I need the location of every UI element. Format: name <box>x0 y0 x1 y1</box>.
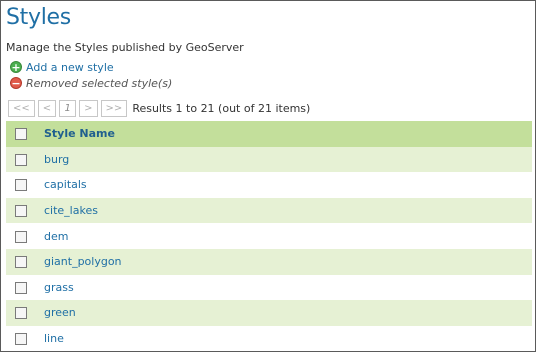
table-row: capitals <box>6 172 532 198</box>
remove-icon: − <box>10 76 22 90</box>
table-row: grass <box>6 274 532 301</box>
remove-style-label: Removed selected style(s) <box>26 76 173 90</box>
pager-current-page[interactable]: 1 <box>59 100 77 117</box>
styles-table: Style Name burg capitals cite_lakes dem <box>6 121 532 351</box>
row-checkbox[interactable] <box>15 333 27 346</box>
style-link[interactable]: cite_lakes <box>44 204 98 217</box>
table-row: giant_polygon <box>6 248 532 275</box>
pager-next-button[interactable]: > <box>79 100 98 117</box>
add-icon: + <box>10 60 22 74</box>
remove-style-link[interactable]: − Removed selected style(s) <box>10 76 172 90</box>
row-checkbox[interactable] <box>15 179 27 192</box>
results-count: Results 1 to 21 (out of 21 items) <box>132 102 311 115</box>
styles-page: Styles Manage the Styles published by Ge… <box>0 0 536 352</box>
table-row: dem <box>6 223 532 249</box>
row-checkbox[interactable] <box>15 281 27 294</box>
table-row: line <box>6 325 532 351</box>
select-all-cell <box>6 121 36 147</box>
page-description: Manage the Styles published by GeoServer <box>6 41 244 54</box>
page-title: Styles <box>6 5 71 30</box>
table-row: cite_lakes <box>6 197 532 224</box>
row-checkbox[interactable] <box>15 256 27 269</box>
row-checkbox[interactable] <box>15 307 27 320</box>
style-link[interactable]: line <box>44 332 64 345</box>
style-link[interactable]: dem <box>44 230 68 243</box>
row-checkbox[interactable] <box>15 230 27 243</box>
style-link[interactable]: burg <box>44 153 69 166</box>
select-all-checkbox[interactable] <box>15 128 27 141</box>
row-checkbox[interactable] <box>15 153 27 166</box>
add-style-link[interactable]: + Add a new style <box>10 60 114 74</box>
pager: << < 1 > >> Results 1 to 21 (out of 21 i… <box>8 100 310 117</box>
add-style-label: Add a new style <box>26 60 114 74</box>
style-link[interactable]: green <box>44 306 76 319</box>
style-link[interactable]: grass <box>44 281 74 294</box>
style-link[interactable]: giant_polygon <box>44 255 122 268</box>
table-row: green <box>6 300 532 326</box>
pager-prev-button[interactable]: < <box>37 100 57 117</box>
table-row: burg <box>6 146 532 173</box>
table-header-row: Style Name <box>6 121 532 147</box>
column-header-style-name[interactable]: Style Name <box>36 121 532 147</box>
style-link[interactable]: capitals <box>44 178 87 191</box>
pager-first-button[interactable]: << <box>8 100 35 117</box>
row-checkbox[interactable] <box>15 205 27 218</box>
pager-last-button[interactable]: >> <box>100 100 128 117</box>
